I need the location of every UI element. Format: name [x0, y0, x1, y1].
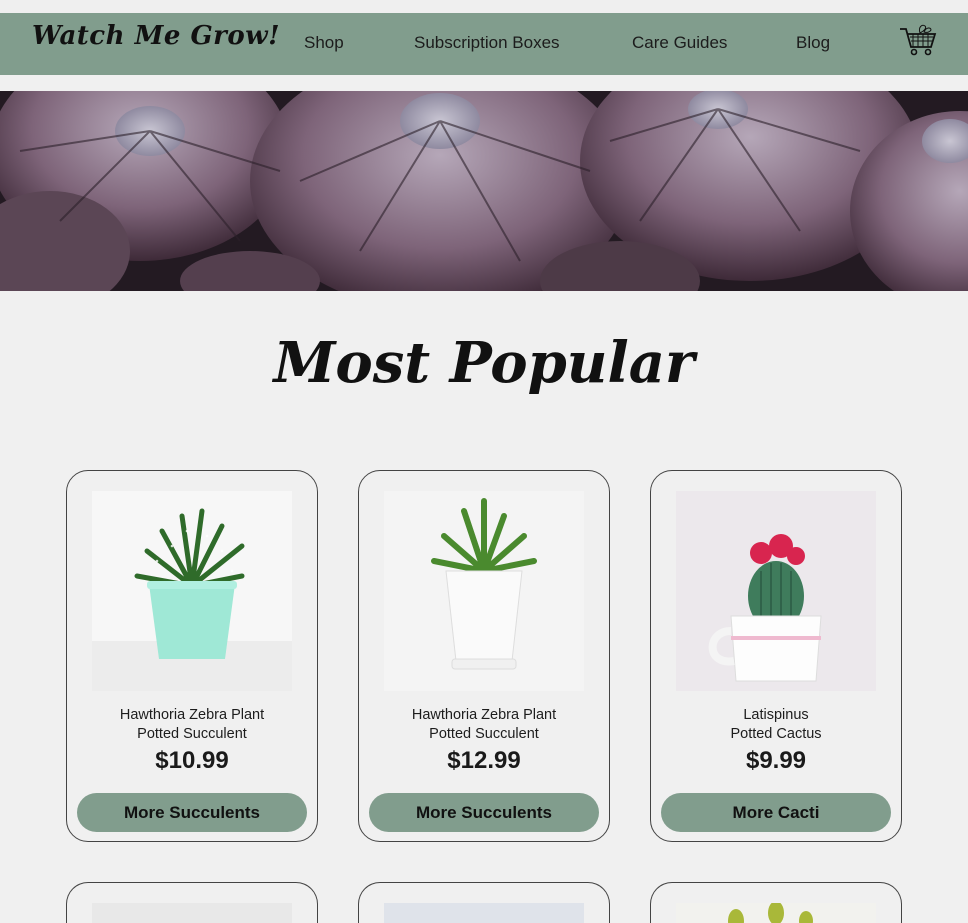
navbar: Watch Me Grow! Shop Subscription Boxes C…: [0, 13, 968, 75]
hero-banner-image: [0, 91, 968, 291]
product-name: Latispinus Potted Cactus: [651, 706, 901, 744]
product-card: Hawthoria Zebra Plant Potted Succulent $…: [66, 470, 318, 842]
product-image[interactable]: [384, 491, 584, 691]
product-card: [358, 882, 610, 923]
product-price: $9.99: [745, 747, 807, 774]
nav-care-guides[interactable]: Care Guides: [632, 33, 727, 53]
product-card: [650, 882, 902, 923]
product-price: $10.99: [155, 747, 229, 774]
product-price: $12.99: [447, 747, 521, 774]
product-image[interactable]: [384, 903, 584, 923]
nav-shop[interactable]: Shop: [304, 33, 344, 53]
product-name-line-1: Latispinus: [743, 707, 809, 723]
product-name-line-1: Hawthoria Zebra Plant: [119, 707, 265, 723]
product-card: Latispinus Potted Cactus $9.99 More Cact…: [650, 470, 902, 842]
top-strip: [0, 0, 968, 13]
product-name-line-2: Potted Succulent: [429, 726, 539, 742]
product-image[interactable]: [676, 491, 876, 691]
product-name: Hawthoria Zebra Plant Potted Succulent: [359, 706, 609, 744]
product-image[interactable]: [676, 903, 876, 923]
product-name-line-2: Potted Cactus: [730, 726, 822, 742]
product-card: [66, 882, 318, 923]
product-name-line-1: Hawthoria Zebra Plant: [411, 707, 557, 723]
section-title: Most Popular: [273, 330, 695, 396]
more-succulents-button[interactable]: More Succulents: [77, 793, 307, 832]
product-name-line-2: Potted Succulent: [137, 726, 247, 742]
product-image[interactable]: [92, 491, 292, 691]
product-name: Hawthoria Zebra Plant Potted Succulent: [67, 706, 317, 744]
product-image[interactable]: [92, 903, 292, 923]
shopping-cart-icon[interactable]: [898, 23, 938, 59]
more-cacti-button[interactable]: More Cacti: [661, 793, 891, 832]
product-card: Hawthoria Zebra Plant Potted Succulent $…: [358, 470, 610, 842]
more-succulents-button[interactable]: More Succulents: [369, 793, 599, 832]
site-logo[interactable]: Watch Me Grow!: [32, 21, 280, 51]
nav-subscription-boxes[interactable]: Subscription Boxes: [414, 33, 560, 53]
nav-blog[interactable]: Blog: [796, 33, 830, 53]
